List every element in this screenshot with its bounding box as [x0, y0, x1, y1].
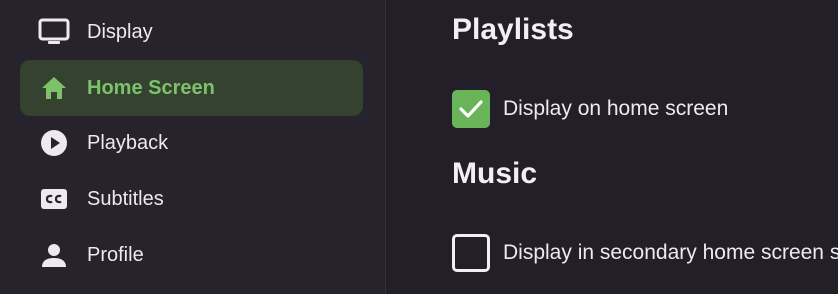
- section-title-music: Music: [452, 156, 538, 190]
- sidebar-item-display[interactable]: Display: [20, 4, 363, 60]
- play-circle-icon: [38, 127, 70, 159]
- sidebar-item-label: Subtitles: [87, 187, 164, 210]
- sidebar-item-label: Home Screen: [87, 76, 215, 99]
- person-icon: [38, 239, 70, 271]
- home-icon: [38, 72, 70, 104]
- settings-window: Display Home Screen Playback Subtitles P…: [0, 0, 838, 294]
- playlists-home-checkbox[interactable]: [452, 90, 490, 128]
- sidebar-item-profile[interactable]: Profile: [20, 227, 363, 283]
- checkmark-icon: [459, 100, 483, 118]
- music-secondary-checkbox[interactable]: [452, 234, 490, 272]
- setting-label: Display on home screen: [503, 97, 729, 120]
- sidebar-item-label: Profile: [87, 243, 144, 266]
- sidebar-item-home-screen[interactable]: Home Screen: [20, 60, 363, 116]
- closed-captions-icon: [38, 183, 70, 215]
- playlists-display-on-home-setting[interactable]: Display on home screen: [452, 89, 728, 129]
- settings-content: Playlists Display on home screen Music D…: [387, 0, 838, 294]
- sidebar-item-playback[interactable]: Playback: [20, 115, 363, 171]
- music-display-secondary-setting[interactable]: Display in secondary home screen section: [452, 233, 838, 273]
- sidebar-item-label: Playback: [87, 131, 169, 154]
- section-title-playlists: Playlists: [452, 12, 574, 46]
- sidebar-item-subtitles[interactable]: Subtitles: [20, 171, 363, 227]
- settings-sidebar: Display Home Screen Playback Subtitles P…: [0, 0, 386, 294]
- setting-label: Display in secondary home screen section: [503, 241, 838, 264]
- sidebar-item-label: Display: [87, 20, 153, 43]
- monitor-icon: [38, 16, 70, 48]
